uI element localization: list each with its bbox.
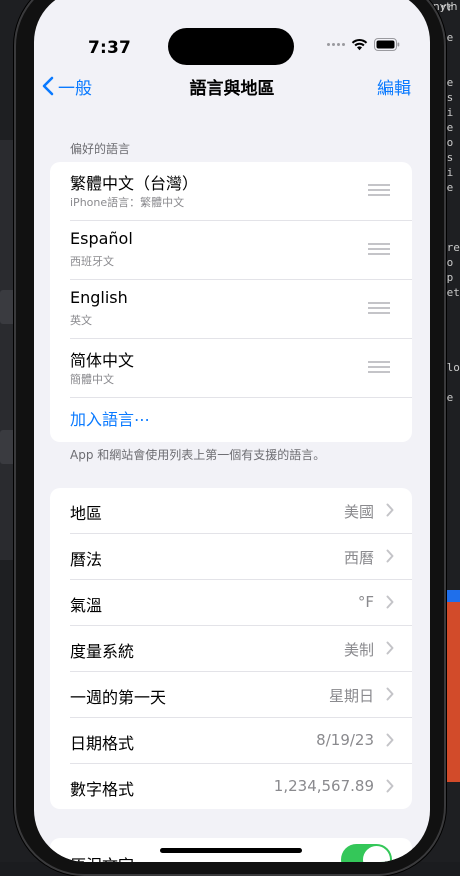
settings-row-first-day-of-week[interactable]: 一週的第一天 星期日	[70, 672, 412, 718]
live-text-label: 原況文字	[70, 852, 134, 862]
region-settings-list: 地區 美國 曆法 西曆 氣溫 °F 度量系統 美制 一週的第一天 星期日 日期格…	[50, 488, 412, 809]
language-row[interactable]: 繁體中文（台灣） iPhone語言：繁體中文	[70, 162, 412, 221]
home-indicator	[160, 848, 302, 853]
language-title: English	[70, 288, 128, 307]
dynamic-island	[168, 28, 294, 65]
row-value: 美國	[343, 503, 374, 521]
chevron-right-icon	[386, 595, 394, 609]
row-value: 1,234,567.89	[273, 777, 374, 795]
status-indicators	[327, 38, 400, 51]
background-code-line: rr	[440, 1, 454, 14]
chevron-right-icon	[386, 503, 394, 517]
language-subtitle: iPhone語言：繁體中文	[70, 196, 185, 209]
status-time: 7:37	[88, 38, 132, 58]
language-subtitle: 英文	[70, 314, 92, 327]
drag-handle-icon[interactable]	[368, 361, 390, 373]
language-row[interactable]: Español 西班牙文	[70, 221, 412, 280]
languages-section-header: 偏好的語言	[70, 142, 131, 156]
preferred-languages-list: 繁體中文（台灣） iPhone語言：繁體中文 Español 西班牙文 Engl…	[50, 162, 412, 442]
language-subtitle: 西班牙文	[70, 255, 114, 268]
toggle-knob	[363, 846, 390, 862]
settings-row-calendar[interactable]: 曆法 西曆	[70, 534, 412, 580]
chevron-right-icon	[386, 641, 394, 655]
phone-screen: 7:37 一般 語言與地區 編輯 偏好的語言 繁體中文（台灣） iPhone語言…	[34, 0, 430, 862]
row-label: 數字格式	[70, 780, 135, 799]
chevron-right-icon	[386, 779, 394, 793]
language-title: Español	[70, 229, 133, 248]
settings-row-temperature[interactable]: 氣溫 °F	[70, 580, 412, 626]
settings-row-region[interactable]: 地區 美國	[70, 488, 412, 534]
language-row[interactable]: 简体中文 簡體中文	[70, 339, 412, 398]
navigation-bar: 一般 語言與地區 編輯	[34, 74, 430, 118]
add-language-button[interactable]: 加入語言⋯	[70, 398, 412, 442]
row-value: 8/19/23	[316, 731, 374, 749]
settings-row-date-format[interactable]: 日期格式 8/19/23	[70, 718, 412, 764]
row-value: 美制	[343, 641, 374, 659]
row-label: 曆法	[70, 550, 103, 569]
chevron-right-icon	[386, 733, 394, 747]
wifi-icon	[351, 38, 368, 51]
battery-icon	[374, 38, 400, 51]
language-row[interactable]: English 英文	[70, 280, 412, 339]
language-subtitle: 簡體中文	[70, 373, 114, 386]
language-title: 繁體中文（台灣）	[70, 174, 199, 193]
row-value: °F	[357, 593, 374, 611]
chevron-right-icon	[386, 687, 394, 701]
drag-handle-icon[interactable]	[368, 184, 390, 196]
languages-footer-text: App 和網站會使用列表上第一個有支援的語言。	[70, 448, 326, 462]
cellular-signal-icon	[327, 43, 345, 46]
row-label: 氣溫	[70, 596, 103, 615]
language-title: 简体中文	[70, 351, 135, 370]
row-label: 度量系統	[70, 642, 135, 661]
row-value: 西曆	[343, 549, 374, 567]
row-label: 日期格式	[70, 734, 135, 753]
row-value: 星期日	[328, 687, 374, 705]
row-label: 地區	[70, 504, 103, 523]
page-title: 語言與地區	[189, 79, 275, 99]
settings-row-measurement-system[interactable]: 度量系統 美制	[70, 626, 412, 672]
chevron-right-icon	[386, 549, 394, 563]
edit-button[interactable]: 編輯	[377, 74, 411, 99]
drag-handle-icon[interactable]	[368, 302, 390, 314]
row-label: 一週的第一天	[70, 688, 167, 707]
drag-handle-icon[interactable]	[368, 243, 390, 255]
settings-row-number-format[interactable]: 數字格式 1,234,567.89	[70, 764, 412, 809]
live-text-toggle[interactable]	[341, 844, 392, 862]
